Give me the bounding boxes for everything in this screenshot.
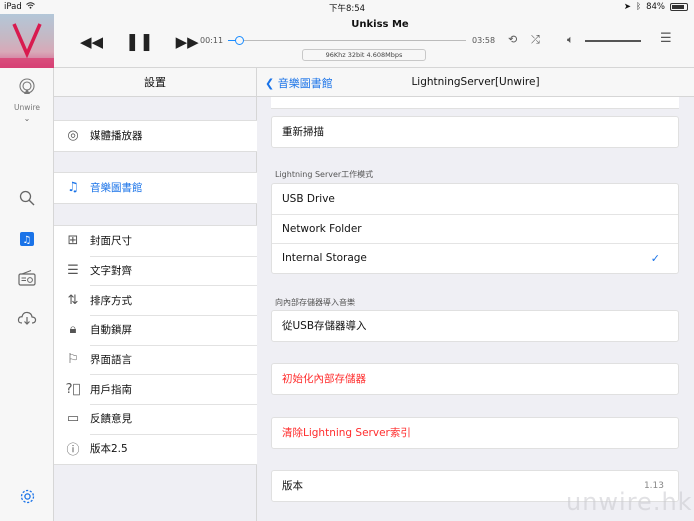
search-icon[interactable]: [17, 188, 37, 208]
settings-group-library: ♫ 音樂圖書館: [54, 172, 257, 204]
total-time: 03:58: [472, 36, 496, 45]
settings-item-label: 版本2.5: [90, 443, 128, 456]
import-section-label: 向內部存儲器導入音樂: [275, 298, 355, 307]
clock: 下午8:54: [328, 4, 366, 14]
settings-group-player: ◎ 媒體播放器: [54, 120, 257, 152]
pause-icon[interactable]: ❚❚: [125, 32, 154, 52]
mode-section-label: Lightning Server工作模式: [275, 170, 374, 179]
song-title: Unkiss Me: [351, 19, 409, 30]
progress-knob[interactable]: [235, 36, 245, 45]
settings-item-text-align[interactable]: ☰ 文字對齊: [54, 255, 257, 286]
battery-icon: [670, 3, 688, 11]
settings-group-options: ⊞ 封面尺寸 ☰ 文字對齊 ⇅ 排序方式 🔒︎ 自動鎖屏 ⚐ 界面語言 ?⃝ 用…: [54, 225, 257, 465]
settings-item-feedback[interactable]: ▭ 反饋意見: [54, 404, 257, 434]
feedback-icon: ▭: [66, 411, 80, 427]
settings-item-music-library[interactable]: ♫ 音樂圖書館: [54, 173, 257, 203]
settings-item-language[interactable]: ⚐ 界面語言: [54, 344, 257, 375]
import-usb-button[interactable]: 從USB存儲器導入: [272, 311, 678, 341]
music-library-icon: ♫: [67, 180, 79, 196]
settings-item-media-player[interactable]: ◎ 媒體播放器: [54, 121, 257, 151]
shuffle-icon[interactable]: ⤮: [531, 33, 540, 47]
settings-item-label: 封面尺寸: [90, 235, 132, 248]
volume-icon: 🔈︎: [567, 33, 574, 46]
mode-label: Network Folder: [282, 222, 362, 235]
settings-item-label: 音樂圖書館: [90, 182, 143, 195]
import-card: 從USB存儲器導入: [271, 310, 679, 342]
menu-icon[interactable]: ☰: [660, 31, 672, 46]
version-card: 版本 1.13: [271, 470, 679, 502]
mode-card: USB Drive Network Folder Internal Storag…: [271, 183, 679, 274]
status-bar: iPad 下午8:54 ➤ ᛒ 84%: [0, 0, 694, 14]
battery-percent: 84%: [646, 2, 665, 12]
settings-item-label: 媒體播放器: [90, 130, 143, 143]
flag-icon: ⚐: [67, 352, 79, 368]
airplay-icon: ◎: [67, 128, 79, 144]
help-icon: ?⃝: [65, 381, 81, 397]
cloud-download-icon[interactable]: [17, 308, 37, 328]
lock-icon: 🔒︎: [69, 322, 77, 338]
repeat-icon[interactable]: ⟲: [508, 33, 517, 46]
left-rail: Unwire ⌄ ♫: [0, 68, 54, 521]
settings-title: 設置: [54, 68, 256, 97]
chevron-down-icon: ⌄: [23, 114, 31, 123]
rescan-card: 重新掃描: [271, 116, 679, 148]
airplay-icon: [0, 78, 54, 100]
settings-item-label: 用戶指南: [90, 383, 132, 396]
bluetooth-icon: ᛒ: [635, 2, 642, 12]
mode-label: Internal Storage: [282, 252, 367, 265]
init-card: 初始化內部存儲器: [271, 363, 679, 395]
mode-internal-storage[interactable]: Internal Storage ✓: [272, 243, 678, 273]
info-icon: ⓘ: [66, 443, 80, 459]
audio-format-badge: 96Khz 32bit 4.608Mbps: [302, 49, 426, 61]
location-icon: ➤: [623, 2, 631, 12]
album-cover[interactable]: [0, 14, 54, 68]
settings-item-label: 自動鎖屏: [90, 324, 132, 337]
volume-slider[interactable]: [585, 40, 641, 42]
settings-item-version[interactable]: ⓘ 版本2.5: [54, 433, 257, 464]
settings-item-label: 反饋意見: [90, 413, 132, 426]
mode-label: USB Drive: [282, 192, 335, 205]
scrolled-row-remnant: [271, 97, 679, 109]
elapsed-time: 00:11: [200, 36, 224, 45]
device-label: Unwire: [14, 103, 40, 112]
settings-panel: 設置 ◎ 媒體播放器 ♫ 音樂圖書館 ⊞ 封面尺寸 ☰ 文字對齊 ⇅ 排序方式 …: [54, 68, 257, 521]
settings-item-sort[interactable]: ⇅ 排序方式: [54, 285, 257, 315]
clear-index-button[interactable]: 清除Lightning Server索引: [272, 418, 678, 448]
progress-slider[interactable]: [228, 36, 466, 45]
now-playing-bar: ◀◀ ❚❚ ▶▶ Unkiss Me 00:11 03:58 96Khz 32b…: [0, 14, 694, 68]
settings-item-cover-size[interactable]: ⊞ 封面尺寸: [54, 226, 257, 256]
clear-card: 清除Lightning Server索引: [271, 417, 679, 449]
detail-title: LightningServer[Unwire]: [411, 76, 540, 88]
version-value: 1.13: [643, 480, 664, 491]
rescan-button[interactable]: 重新掃描: [272, 117, 678, 147]
settings-item-auto-lock[interactable]: 🔒︎ 自動鎖屏: [54, 315, 257, 345]
device-selector[interactable]: Unwire ⌄: [0, 78, 54, 123]
version-row: 版本 1.13: [272, 471, 678, 501]
sort-icon: ⇅: [67, 292, 79, 308]
settings-item-label: 界面語言: [90, 354, 132, 367]
version-label: 版本: [282, 480, 303, 493]
grid-icon: ⊞: [67, 233, 79, 249]
radio-icon[interactable]: [17, 268, 37, 288]
settings-item-user-guide[interactable]: ?⃝ 用戶指南: [54, 374, 257, 404]
checkmark-icon: ✓: [650, 251, 660, 265]
next-icon[interactable]: ▶▶: [176, 33, 199, 51]
mode-network-folder[interactable]: Network Folder: [272, 213, 678, 244]
svg-text:♫: ♫: [23, 235, 32, 246]
align-icon: ☰: [67, 263, 79, 279]
previous-icon[interactable]: ◀◀: [80, 33, 103, 51]
mode-usb-drive[interactable]: USB Drive: [272, 184, 678, 214]
settings-item-label: 排序方式: [90, 294, 132, 307]
music-library-icon[interactable]: ♫: [17, 229, 37, 249]
settings-item-label: 文字對齊: [90, 265, 132, 278]
detail-header: ❮ 音樂圖書館 LightningServer[Unwire]: [257, 68, 694, 97]
detail-panel: ❮ 音樂圖書館 LightningServer[Unwire] 重新掃描 Lig…: [257, 68, 694, 521]
init-storage-button[interactable]: 初始化內部存儲器: [272, 364, 678, 394]
gear-icon[interactable]: [17, 486, 37, 506]
